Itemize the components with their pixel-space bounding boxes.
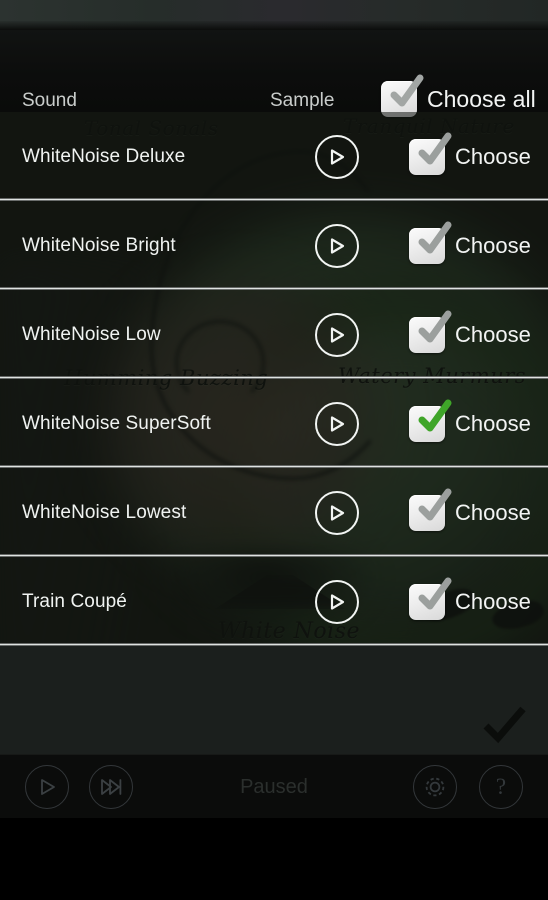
play-icon[interactable] <box>315 223 359 268</box>
check-mark-icon <box>418 577 452 609</box>
sound-name: WhiteNoise Deluxe <box>22 145 186 167</box>
play-icon[interactable] <box>315 579 359 624</box>
checkbox-icon[interactable] <box>409 577 452 620</box>
sound-list[interactable]: WhiteNoise Deluxe Choose WhiteNoise Bright… <box>0 112 548 730</box>
play-triangle-icon <box>330 415 345 432</box>
play-triangle-icon <box>330 593 345 610</box>
checkbox-icon[interactable] <box>409 399 452 442</box>
choose-control[interactable]: Choose <box>409 221 531 264</box>
play-button-circle <box>315 223 359 268</box>
help-glyph: ? <box>495 774 507 799</box>
check-mark-icon <box>418 310 452 342</box>
list-filler-area <box>0 646 548 754</box>
header-sample-label: Sample <box>270 90 335 111</box>
sound-name: WhiteNoise Lowest <box>22 501 187 523</box>
gear-glyph-icon <box>425 777 445 797</box>
play-triangle-icon <box>330 326 345 343</box>
playback-status: Paused <box>240 775 308 798</box>
play-button-circle <box>315 134 359 179</box>
sound-name: WhiteNoise Low <box>22 323 161 345</box>
play-triangle-icon <box>330 148 345 165</box>
sound-name: WhiteNoise Bright <box>22 234 176 256</box>
play-button-circle <box>315 579 359 624</box>
play-icon[interactable] <box>315 490 359 535</box>
list-item[interactable]: WhiteNoise Lowest Choose <box>0 468 548 557</box>
checkbox-icon[interactable] <box>409 132 452 175</box>
choose-control[interactable]: Choose <box>409 577 531 620</box>
checkbox-icon[interactable] <box>409 310 452 353</box>
list-item[interactable]: WhiteNoise Low Choose <box>0 290 548 379</box>
play-icon[interactable] <box>315 134 359 179</box>
header-sound-label: Sound <box>22 90 77 111</box>
play-triangle-icon <box>330 504 345 521</box>
choose-label: Choose <box>455 232 531 258</box>
play-button-circle <box>315 490 359 535</box>
background-check-icon <box>483 706 526 744</box>
check-mark-icon <box>418 399 452 431</box>
checkbox-icon[interactable] <box>409 221 452 264</box>
list-item[interactable]: WhiteNoise SuperSoft Choose <box>0 379 548 468</box>
bottom-black-area <box>0 818 548 900</box>
play-button-circle <box>315 401 359 446</box>
app-root: Tonal SonalsTranquil NatureHumming Buzzi… <box>0 0 548 900</box>
gear-icon[interactable] <box>413 765 457 809</box>
choose-label: Choose <box>455 588 531 614</box>
choose-all-label: Choose all <box>427 85 536 112</box>
checkbox-icon[interactable] <box>409 488 452 531</box>
choose-label: Choose <box>455 499 531 525</box>
top-status-strip <box>0 0 548 30</box>
play-button-circle <box>315 312 359 357</box>
list-item[interactable]: Train Coupé Choose <box>0 557 548 646</box>
transport-bar: Paused ? <box>0 754 548 818</box>
choose-label: Choose <box>455 321 531 347</box>
choose-label: Choose <box>455 410 531 436</box>
list-item[interactable]: WhiteNoise Bright Choose <box>0 201 548 290</box>
play-icon[interactable] <box>315 312 359 357</box>
choose-control[interactable]: Choose <box>409 132 531 175</box>
help-icon[interactable]: ? <box>479 765 523 809</box>
check-mark-icon <box>418 488 452 520</box>
check-mark-icon <box>418 221 452 253</box>
list-item[interactable]: WhiteNoise Deluxe Choose <box>0 112 548 201</box>
choose-control[interactable]: Choose <box>409 488 531 531</box>
choose-control[interactable]: Choose <box>409 399 531 442</box>
choose-label: Choose <box>455 143 531 169</box>
play-triangle-icon <box>330 237 345 254</box>
sound-name: Train Coupé <box>22 590 127 612</box>
check-mark-icon <box>418 132 452 164</box>
choose-control[interactable]: Choose <box>409 310 531 353</box>
check-mark-icon <box>390 74 424 107</box>
list-header: Sound Sample Choose all <box>0 30 548 117</box>
play-icon[interactable] <box>315 401 359 446</box>
sound-name: WhiteNoise SuperSoft <box>22 412 211 434</box>
